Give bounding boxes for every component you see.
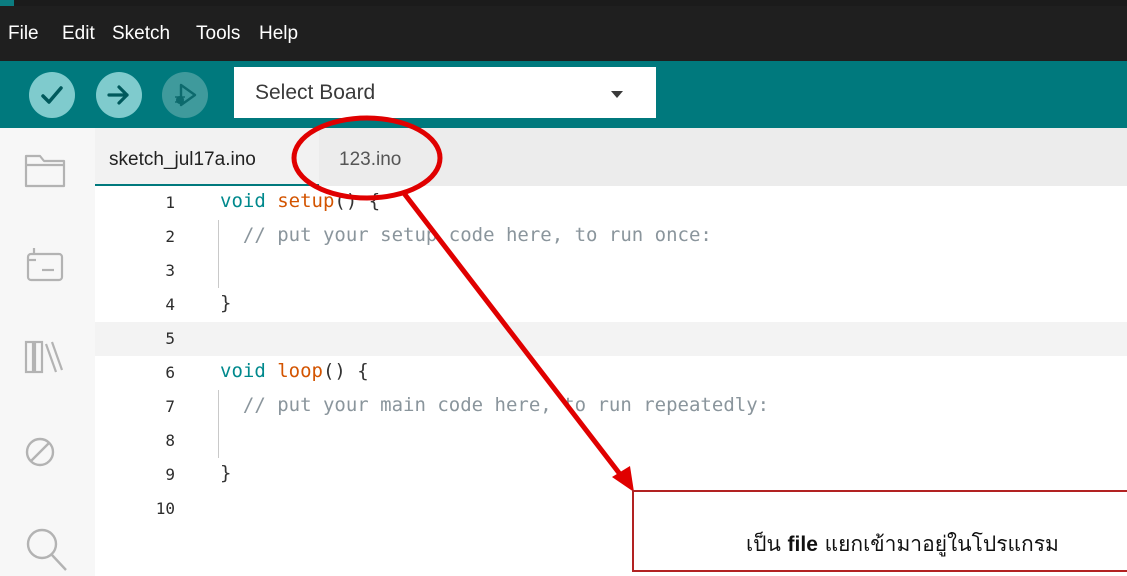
code-text: void loop() { [220, 360, 369, 382]
menu-file[interactable]: File [8, 23, 39, 45]
line-number: 5 [165, 329, 175, 348]
annotation-callout: เป็น file แยกเข้ามาอยู่ในโปรแกรม [632, 490, 1127, 572]
code-token: () { [322, 360, 369, 382]
line-number: 4 [165, 295, 175, 314]
tab-123-ino[interactable]: 123.ino [319, 128, 439, 186]
code-text: // put your setup code here, to run once… [220, 224, 712, 246]
library-icon[interactable] [22, 336, 68, 376]
debug-button[interactable] [162, 72, 208, 118]
annotation-bold-word: file [787, 533, 818, 556]
tab-label: sketch_jul17a.ino [109, 149, 256, 170]
checkmark-icon [41, 86, 63, 104]
line-number: 2 [165, 227, 175, 246]
menu-sketch[interactable]: Sketch [112, 23, 170, 45]
line-number: 10 [155, 499, 175, 518]
search-icon[interactable] [22, 524, 72, 576]
code-token: } [220, 462, 232, 484]
menu-tools[interactable]: Tools [196, 23, 240, 45]
code-line: 1 void setup() { [95, 186, 1127, 220]
line-number: 6 [165, 363, 175, 382]
code-line: 7 // put your main code here, to run rep… [95, 390, 1127, 424]
board-selector[interactable]: Select Board [234, 67, 656, 118]
code-text: // put your main code here, to run repea… [220, 394, 769, 416]
arrow-right-icon [107, 85, 129, 105]
code-token: () { [334, 190, 381, 212]
line-number: 9 [165, 465, 175, 484]
folder-icon[interactable] [22, 150, 68, 190]
code-line: 8 [95, 424, 1127, 458]
code-token: // put your main code here, to run repea… [220, 394, 770, 416]
indent-guide [218, 220, 219, 288]
board-icon[interactable] [22, 244, 68, 284]
code-line: 6 void loop() { [95, 356, 1127, 390]
editor-tabs: sketch_jul17a.ino 123.ino [95, 128, 1127, 186]
code-token: // put your setup code here, to run once… [220, 224, 712, 246]
board-selector-label: Select Board [255, 81, 376, 104]
tab-label: 123.ino [339, 149, 402, 170]
code-token: void [220, 360, 278, 382]
code-line: 5 [95, 322, 1127, 356]
line-number: 3 [165, 261, 175, 280]
chevron-down-icon [611, 91, 623, 98]
sidebar [0, 128, 95, 576]
indent-guide [218, 390, 219, 458]
code-token: setup [277, 190, 335, 212]
code-line: 4} [95, 288, 1127, 322]
code-text: } [220, 292, 231, 314]
toolbar: Select Board [0, 61, 1127, 128]
code-token: void [220, 190, 278, 212]
ban-icon[interactable] [22, 432, 68, 472]
code-line: 9} [95, 458, 1127, 492]
menu-edit[interactable]: Edit [62, 23, 95, 45]
code-line: 2 // put your setup code here, to run on… [95, 220, 1127, 254]
line-number: 7 [165, 397, 175, 416]
line-number: 1 [165, 193, 175, 212]
annotation-text: เป็น file แยกเข้ามาอยู่ในโปรแกรม [746, 528, 1059, 561]
tab-sketch-jul17a[interactable]: sketch_jul17a.ino [95, 128, 319, 186]
code-text: void setup() { [220, 190, 380, 212]
code-line: 3 [95, 254, 1127, 288]
code-token: } [220, 292, 232, 314]
verify-button[interactable] [29, 72, 75, 118]
code-text: } [220, 462, 231, 484]
annotation-prefix: เป็น [746, 532, 788, 556]
annotation-suffix: แยกเข้ามาอยู่ในโปรแกรม [817, 532, 1059, 556]
debug-play-icon [175, 83, 197, 107]
upload-button[interactable] [96, 72, 142, 118]
menu-help[interactable]: Help [259, 23, 298, 45]
line-number: 8 [165, 431, 175, 450]
code-token: loop [277, 360, 323, 382]
menu-bar: File Edit Sketch Tools Help [0, 6, 1127, 61]
